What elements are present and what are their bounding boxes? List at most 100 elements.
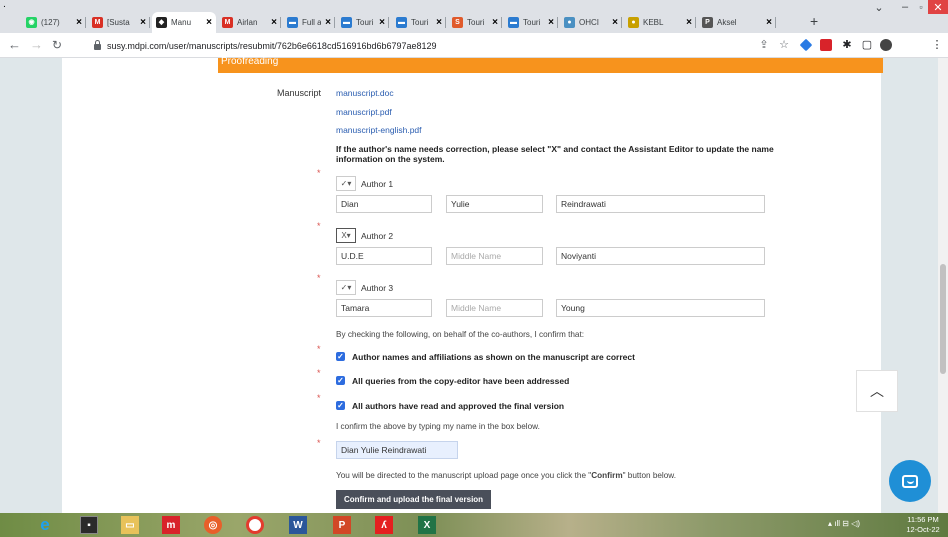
sidepanel-icon[interactable]: ▢ — [860, 38, 874, 51]
scroll-to-top-button[interactable]: ︿ — [856, 370, 898, 412]
author-1-status-select[interactable]: ✓▾ — [336, 176, 356, 191]
tab-close-icon[interactable]: × — [271, 17, 277, 28]
close-window-icon[interactable]: ✕ — [928, 0, 948, 14]
check-author-names-label: Author names and affiliations as shown o… — [352, 352, 635, 362]
address-bar[interactable]: susy.mdpi.com/user/manuscripts/resubmit/… — [86, 36, 760, 55]
file-link-doc[interactable]: manuscript.doc — [336, 88, 394, 98]
browser-tab[interactable]: ◆ Manu × — [152, 12, 216, 33]
required-asterisk: * — [317, 393, 321, 403]
check-approved-label: All authors have read and approved the f… — [352, 401, 565, 411]
sage-icon: S — [452, 17, 463, 28]
tab-label: KEBL — [643, 18, 664, 27]
forward-icon[interactable]: → — [30, 38, 43, 52]
tab-close-icon[interactable]: × — [325, 17, 331, 28]
tab-close-icon[interactable]: × — [492, 17, 498, 28]
tab-separator — [85, 17, 86, 28]
tab-label: Touri — [523, 18, 541, 27]
extension-icon[interactable] — [799, 38, 813, 52]
check-queries-checkbox[interactable]: ✓ — [336, 376, 345, 385]
bookmark-star-icon[interactable]: ☆ — [777, 38, 791, 51]
tab-close-icon[interactable]: × — [686, 17, 692, 28]
author-3-status-select[interactable]: ✓▾ — [336, 280, 356, 295]
chrome-icon[interactable] — [246, 516, 264, 534]
page-background: Proofreading Manuscript manuscript.doc m… — [0, 57, 948, 513]
browser-tab[interactable]: ▬ Touri × — [392, 12, 446, 33]
new-tab-button[interactable]: + — [810, 13, 818, 29]
globe-icon: ● — [564, 17, 575, 28]
excel-icon[interactable]: X — [418, 516, 436, 534]
tab-close-icon[interactable]: × — [612, 17, 618, 28]
acrobat-icon[interactable]: ʎ — [375, 516, 393, 534]
tab-separator — [775, 17, 776, 28]
powerpoint-icon[interactable]: P — [333, 516, 351, 534]
browser-tab[interactable]: ▬ Touri × — [504, 12, 558, 33]
tab-close-icon[interactable]: × — [206, 17, 212, 28]
url-text: susy.mdpi.com/user/manuscripts/resubmit/… — [107, 40, 437, 51]
clock-date: 12-Oct-22 — [906, 525, 940, 534]
extensions-puzzle-icon[interactable]: ✱ — [840, 38, 854, 51]
author-2-status-select[interactable]: X▾ — [336, 228, 356, 243]
media-icon[interactable]: ▪ — [80, 516, 98, 534]
author-1-last-name[interactable]: Reindrawati — [556, 195, 765, 213]
menu-icon[interactable]: ⋮ — [930, 38, 944, 51]
author-1-middle-name[interactable]: Yulie — [446, 195, 543, 213]
file-link-pdf[interactable]: manuscript.pdf — [336, 107, 392, 117]
profile-avatar[interactable] — [880, 39, 892, 51]
browser-tab[interactable]: S Touri × — [448, 12, 502, 33]
author-2-last-name[interactable]: Noviyanti — [556, 247, 765, 265]
tab-close-icon[interactable]: × — [548, 17, 554, 28]
content-card — [62, 58, 881, 513]
author-2-middle-name[interactable]: Middle Name — [446, 247, 543, 265]
check-author-names-checkbox[interactable]: ✓ — [336, 352, 345, 361]
tab-label: Aksel — [717, 18, 737, 27]
browser-tab[interactable]: ● KEBL × — [624, 12, 696, 33]
author-1-first-name[interactable]: Dian — [336, 195, 432, 213]
restore-icon[interactable]: ▫ — [914, 0, 928, 14]
word-icon[interactable]: W — [289, 516, 307, 534]
tab-separator — [388, 17, 389, 28]
author-2-first-name[interactable]: U.D.E — [336, 247, 432, 265]
tab-search-icon[interactable]: ⌄ — [872, 0, 886, 14]
tab-close-icon[interactable]: × — [766, 17, 772, 28]
share-icon[interactable]: ⇪ — [757, 38, 771, 51]
tab-close-icon[interactable]: × — [76, 17, 82, 28]
browser-tab[interactable]: ● OHCI × — [560, 12, 622, 33]
required-asterisk: * — [317, 168, 321, 178]
browser-tab[interactable]: ▬ Touri × — [337, 12, 389, 33]
author-3-middle-name[interactable]: Middle Name — [446, 299, 543, 317]
author-3-row: ✓▾ Author 3 — [336, 280, 393, 295]
tab-close-icon[interactable]: × — [379, 17, 385, 28]
tab-separator — [695, 17, 696, 28]
browser-tab[interactable]: ▬ Full a × — [283, 12, 335, 33]
back-icon[interactable]: ← — [8, 38, 21, 52]
reload-icon[interactable]: ↻ — [52, 38, 62, 52]
chat-button[interactable] — [889, 460, 931, 502]
check-approved-checkbox[interactable]: ✓ — [336, 401, 345, 410]
tab-close-icon[interactable]: × — [140, 17, 146, 28]
tab-label: Full a — [302, 18, 322, 27]
author-1-row: ✓▾ Author 1 — [336, 176, 393, 191]
author-3-last-name[interactable]: Young — [556, 299, 765, 317]
folder-icon[interactable]: ▭ — [121, 516, 139, 534]
required-asterisk: * — [317, 273, 321, 283]
browser-tab[interactable]: M Airlan × — [218, 12, 281, 33]
file-link-english-pdf[interactable]: manuscript-english.pdf — [336, 125, 422, 135]
author-2-label: Author 2 — [361, 230, 394, 241]
taskbar-clock[interactable]: 11:56 PM 12-Oct-22 — [900, 515, 946, 535]
ie-icon[interactable]: e — [36, 515, 54, 534]
mendeley-icon[interactable] — [820, 39, 832, 51]
minimize-icon[interactable]: – — [896, 0, 914, 14]
scrollbar-thumb[interactable] — [940, 264, 946, 374]
mendeley-taskbar-icon[interactable]: m — [162, 516, 180, 534]
browser-tab[interactable]: P Aksel × — [698, 12, 776, 33]
browser-tab[interactable]: M [Susta × — [88, 12, 150, 33]
app-icon[interactable]: ◎ — [204, 516, 222, 534]
tab-separator — [501, 17, 502, 28]
system-tray-icons[interactable]: ▴ ıll ⊟ ◁) — [828, 519, 860, 528]
browser-tab[interactable]: ◉ (127) × — [22, 12, 86, 33]
typed-name-field[interactable]: Dian Yulie Reindrawati — [336, 441, 458, 459]
author-3-first-name[interactable]: Tamara — [336, 299, 432, 317]
tab-close-icon[interactable]: × — [436, 17, 442, 28]
kebl-icon: ● — [628, 17, 639, 28]
confirm-upload-button[interactable]: Confirm and upload the final version — [336, 490, 491, 509]
